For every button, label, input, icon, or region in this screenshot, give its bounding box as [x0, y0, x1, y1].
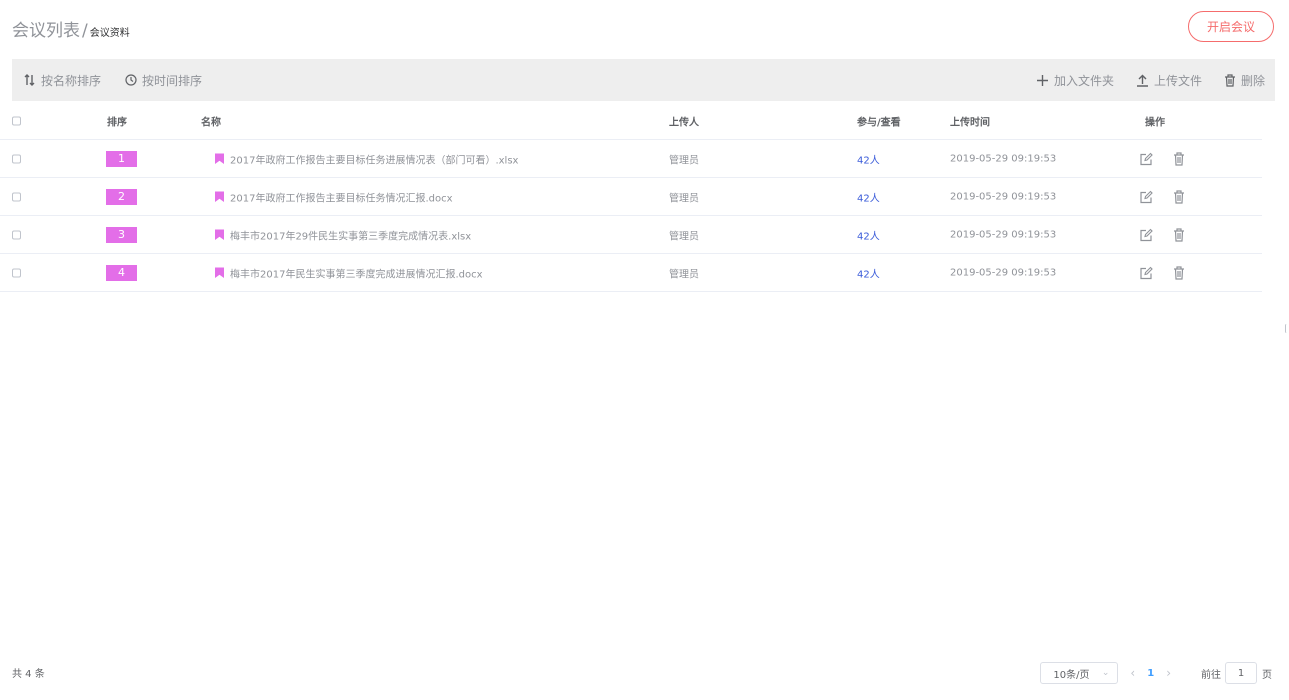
- sort-icon: [24, 74, 35, 86]
- edit-icon[interactable]: [1140, 228, 1153, 241]
- uploader: 管理员: [669, 155, 699, 166]
- select-all-checkbox[interactable]: [12, 116, 21, 126]
- header-upload-time: 上传时间: [950, 117, 990, 129]
- upload-time: 2019-05-29 09:19:53: [950, 267, 1057, 278]
- trash-icon[interactable]: [1173, 265, 1185, 280]
- file-table: 排序 名称 上传人 参与/查看 上传时间 操作 1 2017年政府工作报告主要目…: [0, 103, 1262, 292]
- sort-badge: 3: [106, 226, 137, 243]
- table-row: 1 2017年政府工作报告主要目标任务进展情况表（部门可看）.xlsx 管理员 …: [0, 140, 1262, 178]
- file-name-link[interactable]: 梅丰市2017年民生实事第三季度完成进展情况汇报.docx: [215, 265, 483, 280]
- file-name-link[interactable]: 梅丰市2017年29件民生实事第三季度完成情况表.xlsx: [215, 227, 471, 242]
- start-meeting-button[interactable]: 开启会议: [1188, 11, 1274, 42]
- edit-icon[interactable]: [1140, 266, 1153, 279]
- bookmark-icon: [215, 229, 224, 240]
- header-uploader: 上传人: [669, 117, 699, 129]
- breadcrumb-separator: /: [82, 21, 88, 41]
- collapse-handle[interactable]: [1285, 324, 1288, 333]
- page-size-value: 10条/页: [1053, 669, 1090, 681]
- table-row: 4 梅丰市2017年民生实事第三季度完成进展情况汇报.docx 管理员 42人 …: [0, 254, 1262, 292]
- file-name-link[interactable]: 2017年政府工作报告主要目标任务进展情况表（部门可看）.xlsx: [215, 151, 518, 166]
- upload-file-button[interactable]: 上传文件: [1136, 72, 1202, 89]
- trash-icon[interactable]: [1173, 151, 1185, 166]
- delete-button[interactable]: 删除: [1224, 72, 1265, 89]
- upload-time: 2019-05-29 09:19:53: [950, 153, 1057, 164]
- upload-icon: [1136, 74, 1148, 87]
- upload-file-label: 上传文件: [1153, 73, 1202, 88]
- delete-label: 删除: [1240, 73, 1265, 88]
- trash-icon[interactable]: [1173, 189, 1185, 204]
- chevron-down-icon: ⌄: [1101, 668, 1110, 678]
- uploader: 管理员: [669, 193, 699, 204]
- table-row: 3 梅丰市2017年29件民生实事第三季度完成情况表.xlsx 管理员 42人 …: [0, 216, 1262, 254]
- views-link[interactable]: 42人: [857, 189, 880, 204]
- upload-time: 2019-05-29 09:19:53: [950, 191, 1057, 202]
- header-sort: 排序: [107, 117, 127, 129]
- header-views: 参与/查看: [857, 117, 901, 129]
- bookmark-icon: [215, 153, 224, 164]
- edit-icon[interactable]: [1140, 190, 1153, 203]
- header-operations: 操作: [1145, 117, 1165, 129]
- sort-by-name-label: 按名称排序: [41, 73, 102, 88]
- breadcrumb-meeting-list[interactable]: 会议列表: [12, 16, 80, 41]
- breadcrumb: 会议列表 / 会议资料: [12, 16, 130, 41]
- row-checkbox[interactable]: [12, 230, 21, 239]
- clock-icon: [125, 74, 137, 86]
- bookmark-icon: [215, 191, 224, 202]
- sort-by-name-button[interactable]: 按名称排序: [24, 72, 101, 89]
- header-name: 名称: [201, 117, 221, 129]
- bookmark-icon: [215, 267, 224, 278]
- page-size-select[interactable]: 10条/页 ⌄: [1040, 662, 1119, 684]
- trash-icon: [1224, 73, 1235, 87]
- current-page[interactable]: 1: [1147, 668, 1154, 679]
- goto-suffix: 页: [1262, 669, 1272, 681]
- breadcrumb-meeting-docs: 会议资料: [89, 28, 130, 39]
- table-header: 排序 名称 上传人 参与/查看 上传时间 操作: [0, 103, 1262, 140]
- file-name: 2017年政府工作报告主要目标任务情况汇报.docx: [230, 193, 453, 204]
- views-link[interactable]: 42人: [857, 265, 880, 280]
- plus-icon: [1036, 74, 1048, 86]
- sort-controls: 按名称排序 按时间排序: [24, 72, 226, 89]
- file-name: 梅丰市2017年民生实事第三季度完成进展情况汇报.docx: [230, 269, 483, 280]
- sort-badge: 1: [106, 150, 137, 167]
- views-link[interactable]: 42人: [857, 151, 880, 166]
- row-checkbox[interactable]: [12, 154, 21, 163]
- file-name-link[interactable]: 2017年政府工作报告主要目标任务情况汇报.docx: [215, 189, 453, 204]
- uploader: 管理员: [669, 231, 699, 242]
- prev-page-icon[interactable]: ‹: [1130, 666, 1135, 680]
- row-checkbox[interactable]: [12, 268, 21, 277]
- sort-badge: 4: [106, 264, 137, 281]
- sort-by-time-label: 按时间排序: [142, 73, 203, 88]
- sort-badge: 2: [106, 188, 137, 205]
- goto-page-input[interactable]: 1: [1225, 662, 1257, 684]
- pagination: 10条/页 ⌄ ‹ 1 › 前往 1 页: [1040, 662, 1272, 684]
- toolbar: 按名称排序 按时间排序 加入文件夹 上传文件 删除: [12, 59, 1275, 101]
- uploader: 管理员: [669, 269, 699, 280]
- add-to-folder-button[interactable]: 加入文件夹: [1036, 72, 1114, 89]
- edit-icon[interactable]: [1140, 152, 1153, 165]
- trash-icon[interactable]: [1173, 227, 1185, 242]
- row-checkbox[interactable]: [12, 192, 21, 201]
- sort-by-time-button[interactable]: 按时间排序: [125, 72, 202, 89]
- file-name: 梅丰市2017年29件民生实事第三季度完成情况表.xlsx: [230, 231, 472, 242]
- views-link[interactable]: 42人: [857, 227, 880, 242]
- file-name: 2017年政府工作报告主要目标任务进展情况表（部门可看）.xlsx: [230, 155, 519, 166]
- upload-time: 2019-05-29 09:19:53: [950, 229, 1057, 240]
- add-to-folder-label: 加入文件夹: [1053, 73, 1114, 88]
- file-actions: 加入文件夹 上传文件 删除: [1014, 72, 1265, 89]
- goto-label: 前往: [1201, 669, 1221, 681]
- next-page-icon[interactable]: ›: [1166, 666, 1171, 680]
- total-count: 共 4 条: [12, 669, 45, 680]
- table-row: 2 2017年政府工作报告主要目标任务情况汇报.docx 管理员 42人 201…: [0, 178, 1262, 216]
